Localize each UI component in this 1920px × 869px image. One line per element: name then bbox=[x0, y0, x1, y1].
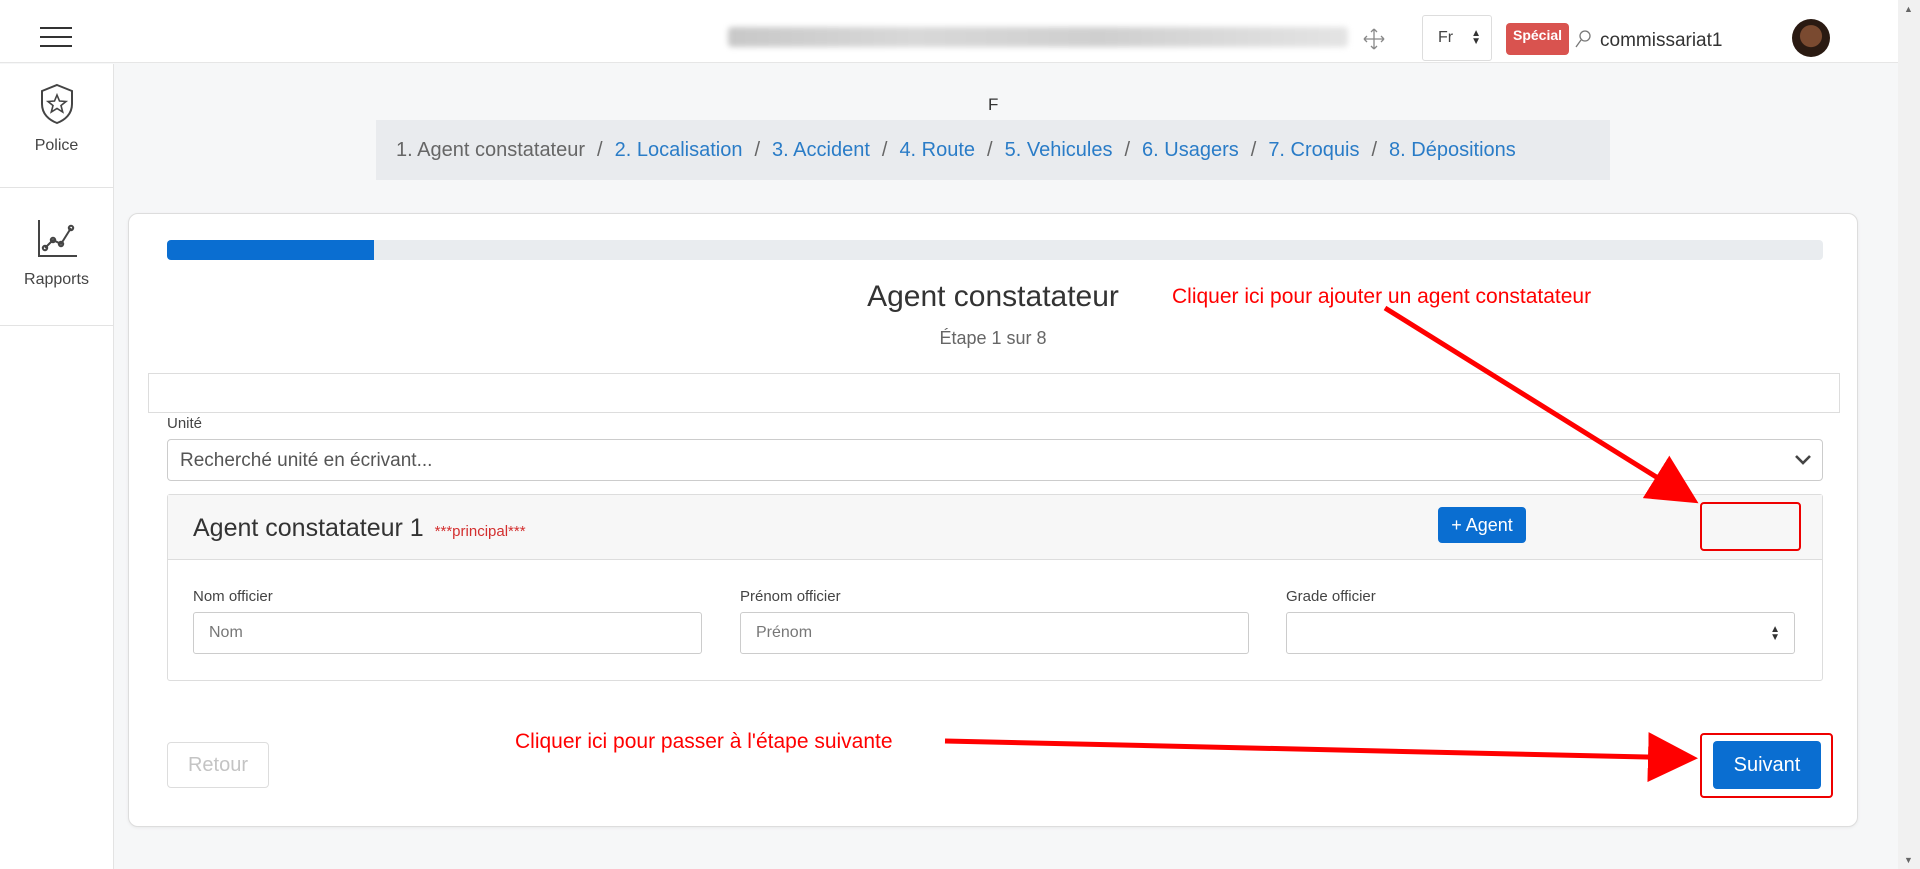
annotation-arrows bbox=[944, 305, 1699, 783]
arrow-to-add-agent bbox=[1383, 305, 1699, 504]
scrollbar[interactable]: ▲ ▼ bbox=[1898, 0, 1920, 869]
arrow-to-next bbox=[944, 732, 1698, 783]
scroll-down-icon[interactable]: ▼ bbox=[1904, 855, 1913, 865]
scroll-up-icon[interactable]: ▲ bbox=[1904, 4, 1913, 14]
